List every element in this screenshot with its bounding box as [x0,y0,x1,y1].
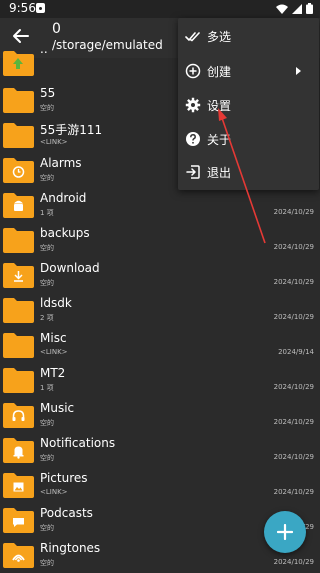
file-date: 2024/10/29 [273,313,314,321]
file-name: Android [40,191,87,205]
file-name: Notifications [40,436,116,450]
menu-item-multi-select[interactable]: 多选 [178,20,319,54]
file-info: 空的 [40,454,54,462]
file-name: Misc [40,331,67,345]
overflow-menu: 多选 创建 设置 关于 退出 [178,18,319,190]
status-bar: 9:56 [0,0,320,18]
exit-icon [186,165,200,179]
file-info: 空的 [40,559,54,567]
file-name: Ringtones [40,541,101,555]
folder-icon [3,158,34,183]
help-circle-icon [186,132,200,146]
folder-icon [3,368,34,393]
folder-icon [3,473,34,498]
notification-dot [39,7,42,10]
folder-icon [3,51,34,76]
signal-icon [292,3,302,14]
menu-item-label: 创建 [207,65,232,79]
file-date: 2024/10/29 [273,208,314,216]
folder-icon [3,88,34,113]
file-info: 2 项 [40,314,54,322]
file-name: Pictures [40,471,88,485]
file-info: 空的 [40,524,54,532]
file-date: 2024/10/29 [273,488,314,496]
file-info: 1 项 [40,209,54,217]
folder-icon [3,193,34,218]
file-info: 空的 [40,244,54,252]
folder-icon [3,508,34,533]
menu-item-about[interactable]: 关于 [178,123,319,157]
file-date: 2024/10/29 [273,383,314,391]
file-info: <LINK> [40,488,68,496]
menu-item-label: 设置 [207,99,232,113]
folder-title: 0 [52,21,61,37]
menu-item-create[interactable]: 创建 [178,55,319,89]
folder-icon [3,228,34,253]
plus-icon [277,524,293,540]
file-name: MT2 [40,366,66,380]
back-arrow-icon[interactable] [12,27,30,45]
file-name: 55手游111 [40,123,103,137]
file-info: 1 项 [40,384,54,392]
list-item[interactable]: Misc <LINK> 2024/9/14 [0,328,320,363]
menu-item-exit[interactable]: 退出 [178,156,319,190]
list-item[interactable]: Notifications 空的 2024/10/29 [0,433,320,468]
file-date: 2024/10/29 [273,558,314,566]
file-date: 2024/10/29 [273,243,314,251]
menu-item-label: 多选 [207,30,232,44]
folder-icon [3,298,34,323]
gear-icon [185,97,201,113]
list-item[interactable]: Android 1 项 2024/10/29 [0,188,320,223]
list-item[interactable]: MT2 1 项 2024/10/29 [0,363,320,398]
file-name: Music [40,401,75,415]
file-date: 2024/9/14 [278,348,314,356]
folder-icon [3,438,34,463]
file-info: 空的 [40,279,54,287]
system-icons [276,3,313,14]
list-item[interactable]: Music 空的 2024/10/29 [0,398,320,433]
wifi-icon [276,4,288,14]
file-name: backups [40,226,90,240]
file-date: 2024/10/29 [273,278,314,286]
file-name: ldsdk [40,296,72,310]
folder-icon [3,263,34,288]
file-info: 空的 [40,104,54,112]
list-item[interactable]: ldsdk 2 项 2024/10/29 [0,293,320,328]
menu-item-label: 退出 [207,166,232,180]
file-name: .. [40,42,48,56]
file-name: 55 [40,86,56,100]
menu-item-settings[interactable]: 设置 [178,89,319,123]
folder-icon [3,543,34,568]
file-name: Alarms [40,156,82,170]
status-time: 9:56 [9,1,36,15]
list-item[interactable]: Pictures <LINK> 2024/10/29 [0,468,320,503]
list-item[interactable]: backups 空的 2024/10/29 [0,223,320,258]
file-info: <LINK> [40,348,68,356]
menu-item-label: 关于 [207,133,232,147]
folder-icon [3,403,34,428]
file-date: 2024/10/29 [273,418,314,426]
list-item[interactable]: Download 空的 2024/10/29 [0,258,320,293]
submenu-arrow-icon [296,67,301,75]
file-info: 空的 [40,419,54,427]
file-name: Download [40,261,100,275]
folder-icon [3,123,34,148]
file-date: 2024/10/29 [273,453,314,461]
add-fab-button[interactable] [264,511,306,553]
file-info: 空的 [40,174,54,182]
folder-icon [3,333,34,358]
add-circle-icon [185,63,201,79]
multi-select-icon [185,32,200,42]
file-info: <LINK> [40,138,68,146]
file-name: Podcasts [40,506,93,520]
battery-icon [306,3,313,14]
